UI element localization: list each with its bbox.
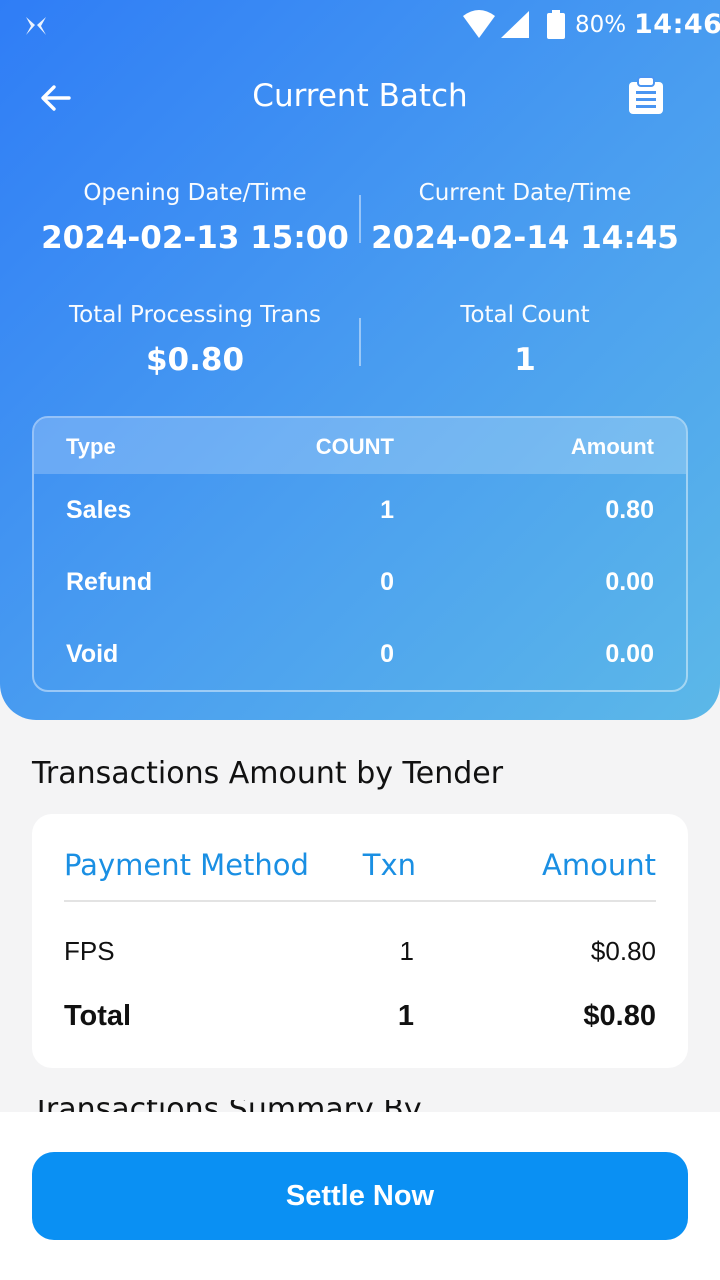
total-count: Total Count 1 bbox=[360, 302, 690, 378]
status-time: 14:46 bbox=[634, 9, 720, 40]
tender-total-amount: $0.80 bbox=[583, 1000, 656, 1032]
row-amount: 0.80 bbox=[605, 496, 654, 524]
wifi-icon bbox=[463, 10, 495, 38]
signal-icon bbox=[501, 11, 529, 38]
tender-header-amount: Amount bbox=[542, 848, 656, 882]
tender-row-method: FPS bbox=[64, 936, 115, 966]
row-count: 0 bbox=[380, 568, 394, 596]
tender-total-txn: 1 bbox=[397, 1000, 414, 1032]
tender-card: Payment Method Txn Amount FPS 1 $0.80 To… bbox=[32, 814, 688, 1068]
tender-header-txn: Txn bbox=[362, 848, 416, 882]
tender-row-txn: 1 bbox=[399, 936, 414, 966]
status-bar: 80% 14:46 bbox=[0, 0, 720, 52]
page-title: Current Batch bbox=[252, 78, 468, 114]
battery-icon bbox=[547, 10, 565, 39]
row-count: 0 bbox=[380, 640, 394, 668]
current-datetime-label: Current Date/Time bbox=[418, 180, 632, 206]
current-datetime: Current Date/Time 2024-02-14 14:45 bbox=[360, 180, 690, 256]
clipboard-icon[interactable] bbox=[626, 76, 666, 116]
total-processing-label: Total Processing Trans bbox=[69, 302, 321, 328]
table-row: Void 0 0.00 bbox=[34, 618, 686, 690]
tender-total-label: Total bbox=[64, 1000, 132, 1032]
row-type: Void bbox=[66, 640, 119, 668]
tender-header-divider bbox=[64, 900, 656, 902]
row-amount: 0.00 bbox=[605, 640, 654, 668]
row-amount: 0.00 bbox=[605, 568, 654, 596]
opening-datetime: Opening Date/Time 2024-02-13 15:00 bbox=[30, 180, 360, 256]
header-amount: Amount bbox=[570, 434, 654, 459]
app-notification-icon bbox=[26, 17, 46, 35]
tender-row-amount: $0.80 bbox=[590, 936, 656, 966]
batch-summary-header: 80% 14:46 Current Batch Opening Date/Tim… bbox=[0, 0, 720, 720]
bottom-action-bar: Settle Now bbox=[0, 1112, 720, 1280]
total-count-value: 1 bbox=[514, 342, 536, 378]
row-type: Refund bbox=[66, 568, 153, 596]
table-row: Refund 0 0.00 bbox=[34, 546, 686, 618]
header-count: COUNT bbox=[315, 434, 394, 459]
total-count-label: Total Count bbox=[460, 302, 590, 328]
tender-section-title: Transactions Amount by Tender bbox=[32, 756, 504, 791]
total-processing-trans: Total Processing Trans $0.80 bbox=[30, 302, 360, 378]
total-processing-value: $0.80 bbox=[145, 342, 245, 378]
row-count: 1 bbox=[380, 496, 394, 524]
opening-datetime-label: Opening Date/Time bbox=[83, 180, 307, 206]
batch-type-table: Type COUNT Amount Sales 1 0.80 Refund 0 … bbox=[32, 416, 688, 692]
opening-datetime-value: 2024-02-13 15:00 bbox=[41, 220, 349, 256]
header-type: Type bbox=[66, 434, 116, 459]
table-header: Type COUNT Amount bbox=[34, 418, 686, 474]
battery-percent: 80% bbox=[575, 12, 627, 38]
settle-now-button[interactable]: Settle Now bbox=[32, 1152, 688, 1240]
tender-header-method: Payment Method bbox=[64, 848, 309, 882]
row-type: Sales bbox=[66, 496, 132, 524]
table-row: Sales 1 0.80 bbox=[34, 474, 686, 546]
current-datetime-value: 2024-02-14 14:45 bbox=[371, 220, 679, 256]
